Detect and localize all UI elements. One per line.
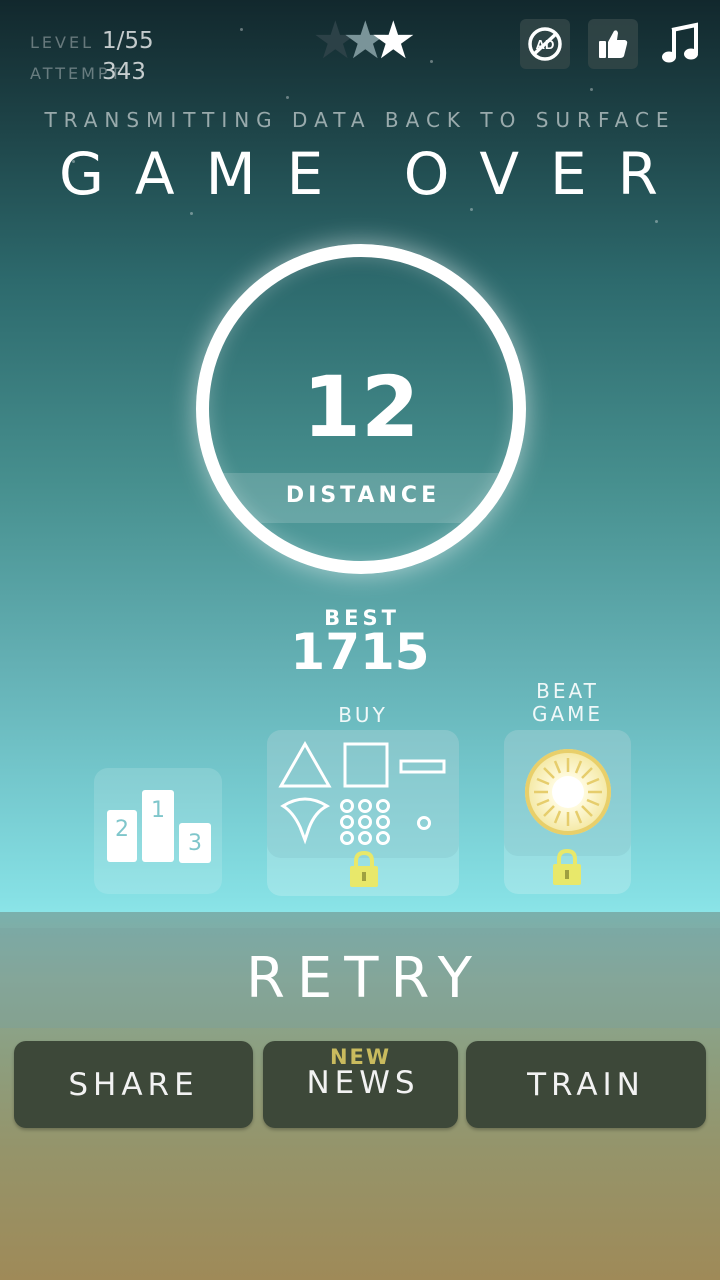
train-button[interactable]: TRAIN: [466, 1041, 706, 1128]
music-note-icon: [662, 22, 698, 63]
buy-button[interactable]: [267, 730, 459, 896]
attempt-value: 343: [102, 59, 146, 85]
beat-game-button[interactable]: [504, 730, 631, 894]
transmitting-subtitle: TRANSMITTING DATA BACK TO SURFACE: [44, 108, 676, 132]
no-ads-icon: AD: [528, 27, 562, 61]
distance-label: DISTANCE: [285, 483, 441, 508]
level-label: LEVEL: [30, 33, 94, 52]
hud-stats: LEVEL 1/55 ATTEMPT 343: [30, 28, 154, 90]
distance-ring: 12 DISTANCE: [196, 244, 526, 574]
no-ads-button[interactable]: AD: [520, 19, 570, 69]
thumbs-up-icon: [599, 30, 628, 58]
lock-icon: [350, 850, 378, 887]
beat-game-label: BEAT GAME: [531, 679, 604, 726]
podium-second: 2: [107, 810, 137, 862]
lock-icon: [553, 848, 581, 885]
buy-label: BUY: [338, 703, 388, 727]
best-value: 1715: [290, 623, 430, 681]
leaderboard-button[interactable]: 2 1 3: [94, 768, 222, 894]
share-button[interactable]: SHARE: [14, 1041, 253, 1128]
sun-portal-icon: [525, 749, 611, 835]
shapes-icon: [278, 740, 446, 845]
news-button[interactable]: NEW NEWS: [263, 1041, 458, 1128]
like-button[interactable]: [588, 19, 638, 69]
podium-third: 3: [179, 823, 211, 863]
music-button[interactable]: [655, 19, 705, 69]
star-rating: ★ ★ ★: [312, 14, 424, 68]
attempt-label: ATTEMPT: [30, 64, 124, 83]
distance-value: 12: [302, 358, 420, 456]
retry-button[interactable]: RETRY: [0, 928, 720, 1028]
star-icon-filled: ★: [370, 11, 417, 71]
level-value: 1/55: [102, 28, 154, 54]
game-over-title: GAME OVER: [58, 140, 689, 208]
podium-first: 1: [142, 790, 174, 862]
news-label: NEWS: [306, 1065, 420, 1101]
